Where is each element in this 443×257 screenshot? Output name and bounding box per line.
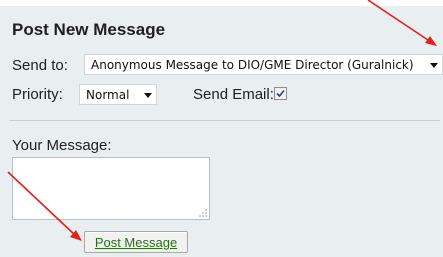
chevron-down-icon <box>430 62 438 68</box>
send-to-select[interactable]: Anonymous Message to DIO/GME Director (G… <box>84 54 443 75</box>
send-email-checkbox[interactable] <box>274 87 287 100</box>
resize-grip-icon[interactable] <box>199 209 207 217</box>
divider <box>10 120 440 121</box>
page-title: Post New Message <box>12 20 166 39</box>
send-email-label: Send Email: <box>193 86 274 103</box>
send-to-label: Send to: <box>12 57 68 74</box>
priority-value: Normal <box>86 87 130 102</box>
priority-select[interactable]: Normal <box>79 84 157 105</box>
message-label: Your Message: <box>12 137 112 154</box>
post-message-button[interactable]: Post Message <box>84 231 188 253</box>
message-textarea[interactable] <box>12 157 210 220</box>
chevron-down-icon <box>144 92 152 98</box>
priority-label: Priority: <box>12 86 63 103</box>
send-to-value: Anonymous Message to DIO/GME Director (G… <box>91 57 414 72</box>
checkmark-icon <box>276 89 285 98</box>
